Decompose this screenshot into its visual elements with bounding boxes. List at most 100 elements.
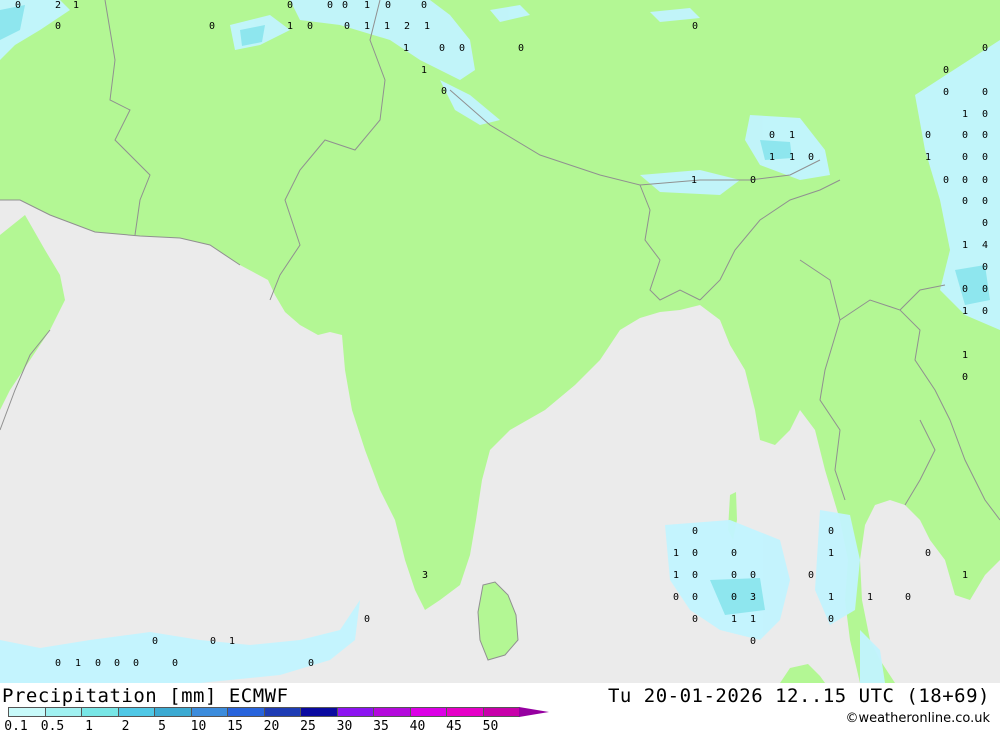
precip-value-label: 1 [924,152,932,163]
precip-value-label: 1 [383,21,391,32]
precip-value-label: 0 [151,636,159,647]
precip-value-label: 1 [74,658,82,669]
precip-value-label: 0 [54,658,62,669]
precip-value-label: 1 [827,592,835,603]
precip-value-label: 0 [942,65,950,76]
precip-value-label: 0 [517,43,525,54]
precip-value-label: 3 [749,592,757,603]
precip-value-label: 1 [961,570,969,581]
precip-value-label: 1 [961,240,969,251]
precip-value-label: 1 [866,592,874,603]
precip-value-label: 1 [286,21,294,32]
precip-value-label: 0 [981,306,989,317]
precip-value-label: 1 [690,175,698,186]
precip-value-label: 0 [438,43,446,54]
precip-value-label: 2 [54,0,62,11]
precip-value-label: 0 [961,284,969,295]
precip-value-label: 0 [749,636,757,647]
precip-value-label: 0 [749,175,757,186]
precip-value-label: 0 [961,372,969,383]
precip-value-label: 1 [768,152,776,163]
legend-swatch [263,707,301,717]
precip-value-label: 0 [384,0,392,11]
precip-value-label: 0 [981,218,989,229]
legend-tick: 45 [446,719,462,734]
precip-value-label: 0 [730,592,738,603]
precip-value-label: 0 [440,86,448,97]
precip-value-label: 0 [730,570,738,581]
legend-tick: 10 [190,719,207,734]
precip-value-label: 0 [768,130,776,141]
credit-link[interactable]: ©weatheronline.co.uk [845,711,990,726]
legend-swatch [336,707,374,717]
precip-value-label: 0 [981,284,989,295]
legend-swatch [81,707,119,717]
map-title: Precipitation [mm] ECMWF [2,685,289,707]
precip-value-label: 0 [749,570,757,581]
precip-value-label: 1 [672,548,680,559]
precip-value-label: 0 [691,548,699,559]
precip-value-label: 0 [672,592,680,603]
footer-bar: Precipitation [mm] ECMWF Tu 20-01-2026 1… [0,683,1000,734]
precip-value-label: 0 [54,21,62,32]
precip-value-label: 0 [981,109,989,120]
precip-value-label: 0 [341,0,349,11]
precip-value-label: 0 [306,21,314,32]
land-sri-lanka [477,581,519,661]
precip-value-label: 0 [942,175,950,186]
precip-value-label: 0 [420,0,428,11]
precip-value-label: 0 [981,87,989,98]
precip-value-label: 0 [94,658,102,669]
precip-value-label: 0 [363,614,371,625]
legend-swatch [44,707,82,717]
precip-value-label: 0 [981,196,989,207]
legend-tick: 20 [263,719,280,734]
precip-value-label: 1 [749,614,757,625]
precip-value-label: 1 [961,306,969,317]
precip-value-label: 0 [981,152,989,163]
precipitation-map[interactable]: 0210000010010011211000100000010010001101… [0,0,1000,683]
precip-value-label: 0 [307,658,315,669]
precip-value-label: 0 [326,0,334,11]
precip-value-label: 1 [72,0,80,11]
precip-value-label: 0 [691,21,699,32]
precip-value-label: 0 [286,0,294,11]
precip-value-label: 0 [691,592,699,603]
precip-value-label: 1 [961,109,969,120]
legend-tick: 30 [336,719,353,734]
precip-value-label: 0 [942,87,950,98]
precip-value-label: 0 [827,614,835,625]
legend-swatch [409,707,447,717]
legend-tick: 15 [227,719,243,734]
precip-value-label: 0 [691,570,699,581]
precip-value-label: 0 [807,152,815,163]
precip-value-label: 0 [458,43,466,54]
precip-value-label: 0 [924,548,932,559]
legend-tick: 50 [482,719,499,734]
precip-value-label: 0 [981,262,989,273]
legend-tick: 5 [158,719,166,734]
precip-value-label: 0 [343,21,351,32]
precip-value-label: 0 [807,570,815,581]
precip-value-label: 3 [421,570,429,581]
legend-swatch [373,707,411,717]
legend-tick: 2 [121,719,130,734]
legend-swatch [446,707,484,717]
legend-tick: 0.5 [40,719,65,734]
precip-value-label: 1 [363,0,371,11]
precip-value-label: 1 [363,21,371,32]
legend-tick: 1 [85,719,93,734]
precip-value-label: 0 [209,636,217,647]
legend-swatch [117,707,155,717]
precip-value-label: 0 [981,43,989,54]
precip-value-label: 1 [423,21,431,32]
precip-value-label: 1 [402,43,410,54]
precip-value-label: 1 [788,130,796,141]
precip-value-label: 0 [961,175,969,186]
legend-tick: 35 [373,719,389,734]
land-arabia [0,215,65,410]
legend-swatch [154,707,192,717]
land-sumatra [780,664,825,683]
precip-value-label: 1 [827,548,835,559]
precip-value-label: 1 [961,350,969,361]
